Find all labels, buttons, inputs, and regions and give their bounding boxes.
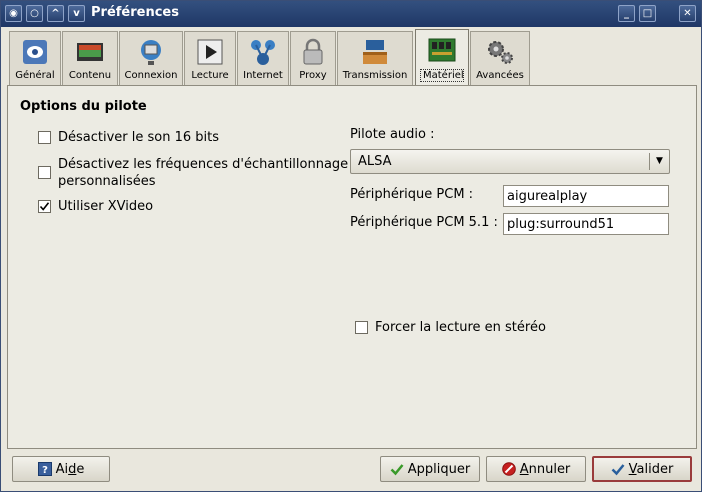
ok-button[interactable]: Valider bbox=[592, 456, 692, 482]
play-icon bbox=[197, 39, 223, 65]
help-button[interactable]: ? Aide bbox=[12, 456, 110, 482]
shade-down-icon[interactable]: v bbox=[68, 5, 85, 22]
cancel-button[interactable]: Annuler bbox=[486, 456, 586, 482]
pcm-device-input[interactable] bbox=[503, 185, 669, 207]
pcm51-device-input[interactable] bbox=[503, 213, 669, 235]
checkmark-icon bbox=[39, 202, 50, 211]
network-icon bbox=[141, 40, 161, 65]
tab-materiel[interactable]: Matériel bbox=[415, 29, 469, 86]
apply-button[interactable]: Appliquer bbox=[380, 456, 480, 482]
help-icon: ? bbox=[37, 462, 52, 476]
shade-up-icon[interactable]: ^ bbox=[47, 5, 64, 22]
use-xvideo-checkbox[interactable]: Utiliser XVideo bbox=[38, 198, 153, 215]
checkbox-box[interactable] bbox=[355, 321, 368, 334]
lock-icon bbox=[303, 38, 323, 65]
help-label: Aide bbox=[55, 461, 85, 477]
tab-avancees[interactable]: Avancées bbox=[470, 31, 530, 85]
close-button[interactable]: ✕ bbox=[679, 5, 696, 22]
checkbox-label: Désactivez les fréquences d'échantillonn… bbox=[58, 156, 348, 190]
window-title: Préférences bbox=[91, 5, 179, 20]
pcm51-device-label: Périphérique PCM 5.1 : bbox=[350, 215, 498, 230]
tab-general[interactable]: Général bbox=[9, 31, 61, 85]
checkbox-box[interactable] bbox=[38, 131, 51, 144]
checkbox-label: Forcer la lecture en stéréo bbox=[375, 320, 546, 335]
window-menu-icon[interactable]: ◉ bbox=[5, 5, 22, 22]
audio-driver-value: ALSA bbox=[358, 154, 392, 169]
sticky-icon[interactable]: ○ bbox=[26, 5, 43, 22]
cancel-icon bbox=[501, 462, 516, 476]
preferences-window: ◉ ○ ^ v Préférences _ □ ✕ Général Conten… bbox=[0, 0, 702, 492]
checkbox-label-line2: personnalisées bbox=[58, 174, 156, 189]
ok-label: Valider bbox=[628, 461, 674, 477]
checkbox-label: Désactiver le son 16 bits bbox=[58, 130, 220, 145]
apply-label: Appliquer bbox=[407, 461, 471, 477]
internet-icon bbox=[251, 40, 275, 65]
pcm-device-label: Périphérique PCM : bbox=[350, 187, 474, 202]
disable-custom-rates-checkbox[interactable]: Désactivez les fréquences d'échantillonn… bbox=[38, 156, 348, 190]
hardware-icon bbox=[428, 38, 456, 62]
tab-internet[interactable]: Internet bbox=[237, 31, 289, 85]
checkbox-box[interactable] bbox=[38, 166, 51, 179]
tab-transmission[interactable]: Transmission bbox=[337, 31, 413, 85]
check-icon bbox=[390, 464, 404, 476]
disable-16bit-sound-checkbox[interactable]: Désactiver le son 16 bits bbox=[38, 129, 219, 146]
check-icon bbox=[611, 464, 625, 476]
checkbox-label-line1: Désactivez les fréquences d'échantillonn… bbox=[58, 157, 349, 172]
maximize-button[interactable]: □ bbox=[639, 5, 656, 22]
gears-icon bbox=[488, 41, 513, 64]
tab-lecture[interactable]: Lecture bbox=[184, 31, 236, 85]
audio-driver-select[interactable]: ALSA ▼ bbox=[350, 149, 670, 174]
materiel-panel: Options du pilote Désactiver le son 16 b… bbox=[7, 85, 697, 449]
audio-driver-label: Pilote audio : bbox=[350, 127, 435, 142]
minimize-button[interactable]: _ bbox=[618, 5, 635, 22]
tab-proxy[interactable]: Proxy bbox=[290, 31, 336, 85]
tab-content[interactable]: Contenu bbox=[62, 31, 118, 85]
section-title: Options du pilote bbox=[20, 99, 147, 114]
general-icon bbox=[23, 40, 47, 64]
svg-text:?: ? bbox=[42, 465, 48, 476]
transmission-icon bbox=[363, 40, 387, 64]
checkbox-box[interactable] bbox=[38, 200, 51, 213]
force-stereo-checkbox[interactable]: Forcer la lecture en stéréo bbox=[355, 319, 546, 336]
checkbox-label: Utiliser XVideo bbox=[58, 199, 154, 214]
tab-strip: Général Contenu Connexion Lecture Intern… bbox=[7, 29, 697, 86]
cancel-label: Annuler bbox=[519, 461, 571, 477]
chevron-down-icon[interactable]: ▼ bbox=[649, 153, 669, 170]
title-bar: ◉ ○ ^ v Préférences _ □ ✕ bbox=[1, 1, 701, 27]
content-icon bbox=[77, 43, 103, 61]
tab-connexion[interactable]: Connexion bbox=[119, 31, 183, 85]
